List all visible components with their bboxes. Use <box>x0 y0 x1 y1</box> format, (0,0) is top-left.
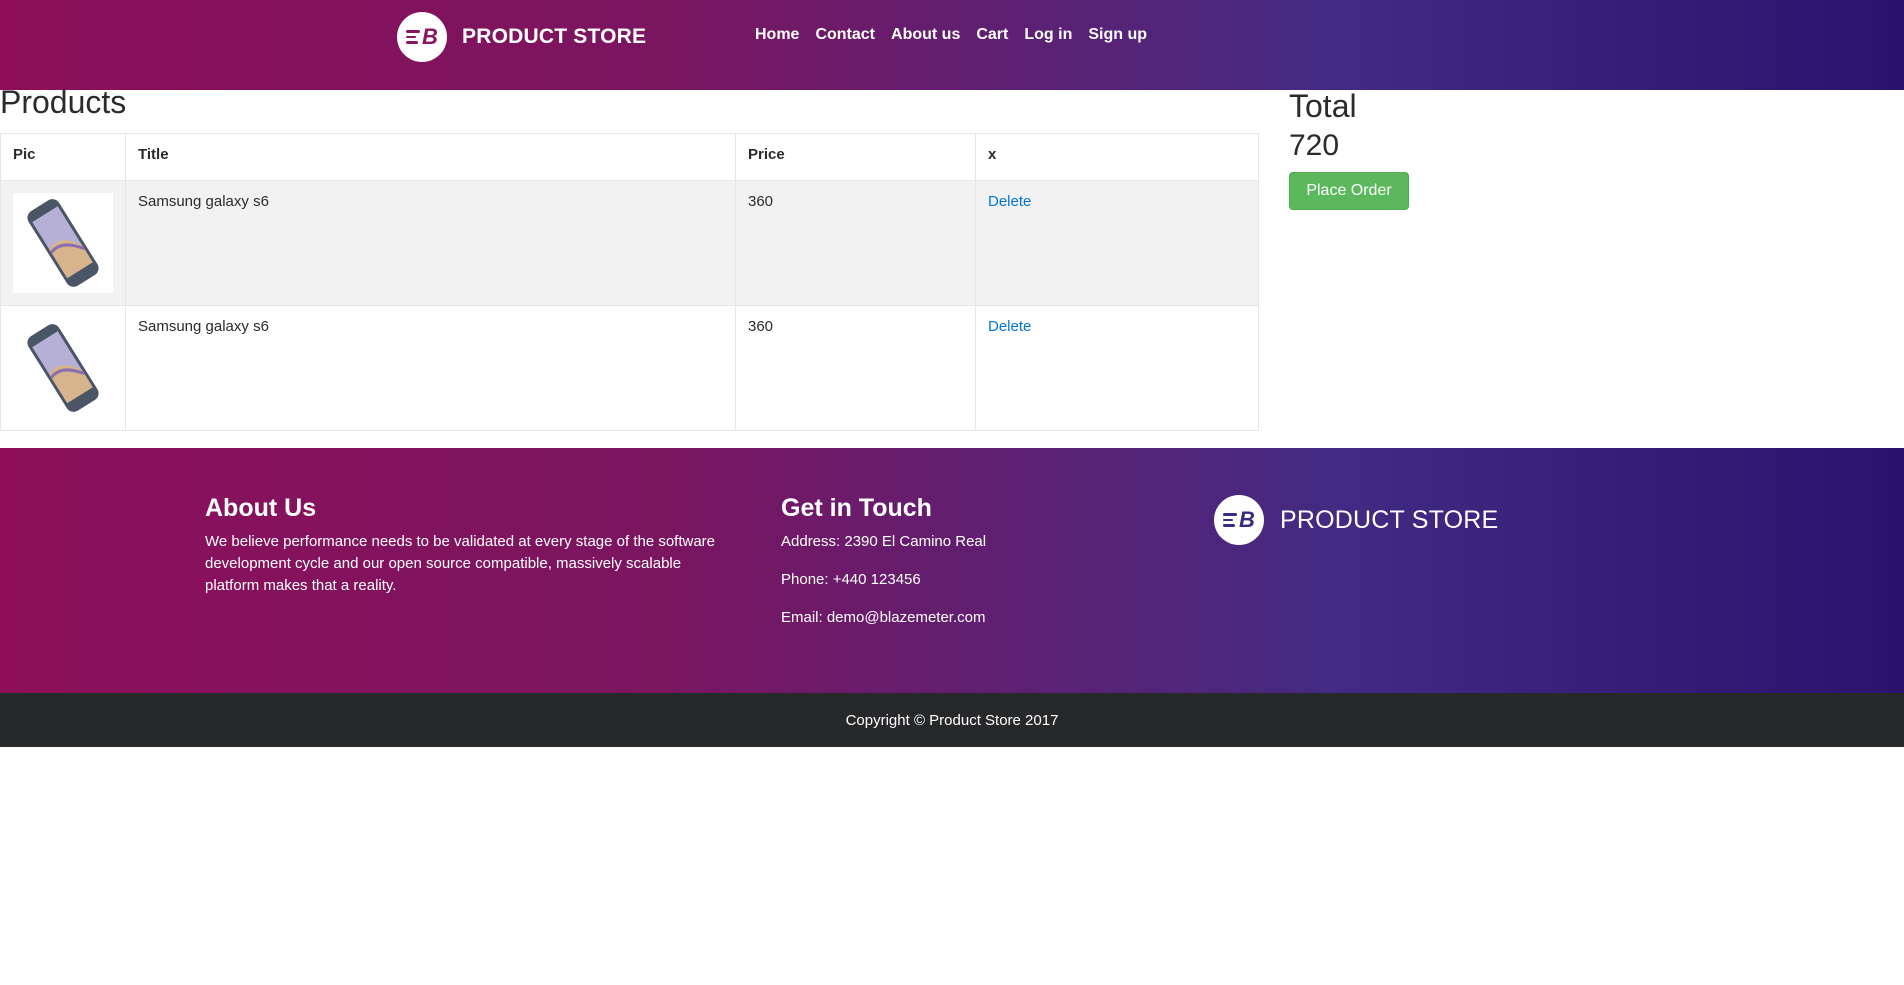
nav-log-in[interactable]: Log in <box>1024 26 1072 44</box>
copyright-text: Copyright © Product Store 2017 <box>845 711 1059 729</box>
product-pic-cell <box>0 180 126 306</box>
product-price: 360 <box>735 180 976 306</box>
total-value: 720 <box>1289 129 1340 162</box>
footer: About Us We believe performance needs to… <box>0 448 1904 693</box>
product-pic-cell <box>0 305 126 431</box>
phone-image <box>13 193 113 293</box>
address-text: Address: 2390 El Camino Real <box>781 533 987 550</box>
phone-image <box>13 318 113 418</box>
column-header-x: x <box>975 133 1259 181</box>
about-us-text: We believe performance needs to be valid… <box>205 533 716 594</box>
total-heading: Total <box>1289 88 1357 124</box>
product-price: 360 <box>735 305 976 431</box>
delete-link[interactable]: Delete <box>988 318 1031 335</box>
column-header-price: Price <box>735 133 976 181</box>
delete-link[interactable]: Delete <box>988 193 1031 210</box>
get-in-touch-section: Get in Touch Address: 2390 El Camino Rea… <box>781 494 1101 645</box>
footer-brand: B PRODUCT STORE <box>1214 495 1498 545</box>
table-row: Samsung galaxy s6 360 Delete <box>0 305 1259 431</box>
email-text: Email: demo@blazemeter.com <box>781 609 986 626</box>
nav-sign-up[interactable]: Sign up <box>1088 26 1147 44</box>
copyright-bar: Copyright © Product Store 2017 <box>0 693 1904 747</box>
column-header-pic: Pic <box>0 133 126 181</box>
brand-name: PRODUCT STORE <box>462 25 647 48</box>
footer-brand-name: PRODUCT STORE <box>1280 505 1499 534</box>
product-title: Samsung galaxy s6 <box>125 180 736 306</box>
products-heading: Products <box>0 84 127 120</box>
phone-text: Phone: +440 123456 <box>781 571 921 588</box>
column-header-title: Title <box>125 133 736 181</box>
about-us-heading: About Us <box>205 494 317 522</box>
nav-about-us[interactable]: About us <box>891 26 960 44</box>
get-in-touch-heading: Get in Touch <box>781 494 932 522</box>
blazemeter-logo-icon: B <box>1214 495 1264 545</box>
delete-cell: Delete <box>975 305 1259 431</box>
table-row: Samsung galaxy s6 360 Delete <box>0 180 1259 306</box>
blazemeter-logo-icon: B <box>397 12 447 62</box>
navbar: B PRODUCT STORE Home Contact About us Ca… <box>0 0 1904 90</box>
cart-table: Pic Title Price x Samsung galaxy s6 360 … <box>0 133 1259 431</box>
brand-link[interactable]: B PRODUCT STORE <box>397 12 646 62</box>
nav-contact[interactable]: Contact <box>815 26 875 44</box>
nav-home[interactable]: Home <box>755 26 799 44</box>
place-order-button[interactable]: Place Order <box>1289 172 1409 210</box>
delete-cell: Delete <box>975 180 1259 306</box>
table-header-row: Pic Title Price x <box>0 133 1259 181</box>
about-us-section: About Us We believe performance needs to… <box>205 494 725 597</box>
product-title: Samsung galaxy s6 <box>125 305 736 431</box>
main-nav: Home Contact About us Cart Log in Sign u… <box>755 26 1147 44</box>
nav-cart[interactable]: Cart <box>976 26 1008 44</box>
